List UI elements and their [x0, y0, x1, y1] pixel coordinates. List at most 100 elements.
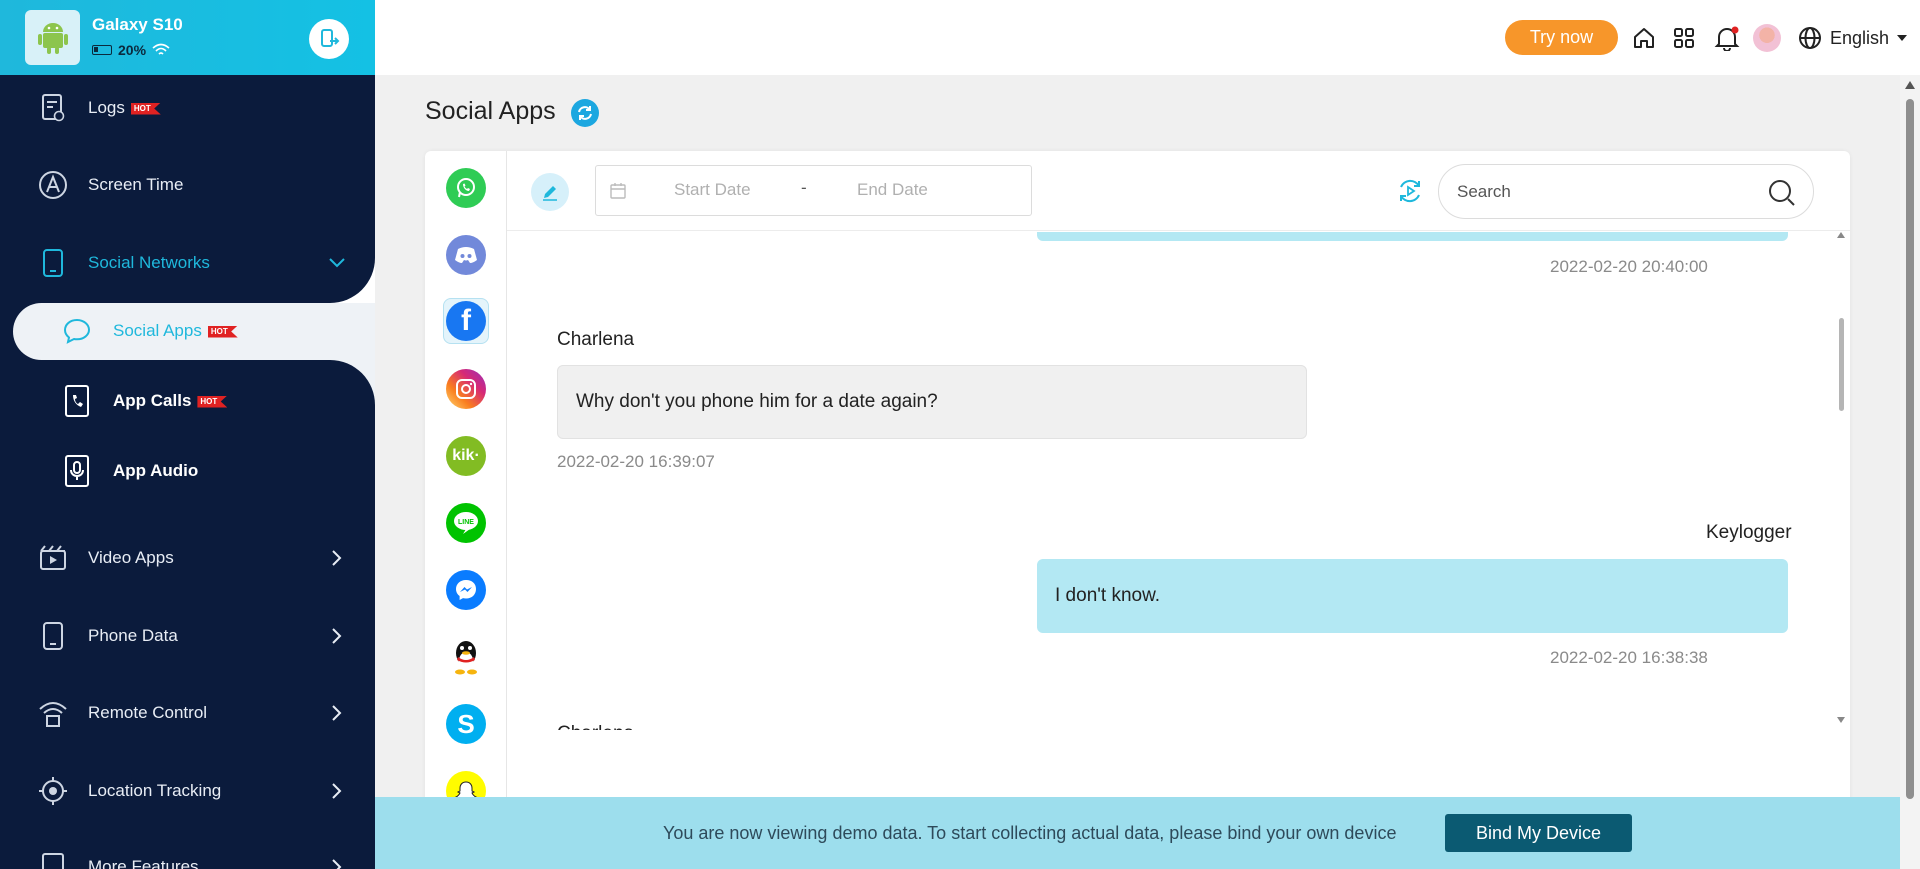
page-scrollbar[interactable] [1900, 75, 1920, 869]
try-now-button[interactable]: Try now [1505, 20, 1618, 55]
sidebar-item-label: Screen Time [88, 175, 184, 194]
sidebar-item-remote-control[interactable]: Remote Control [0, 691, 375, 735]
avatar[interactable] [1753, 24, 1781, 52]
search-box [1438, 164, 1814, 219]
chat-bubble-icon [62, 316, 92, 346]
chevron-right-icon [325, 701, 349, 725]
sidebar-item-label: Logs [88, 98, 125, 117]
app-whatsapp[interactable] [443, 165, 489, 211]
search-input[interactable] [1457, 179, 1757, 205]
messenger-icon [446, 570, 486, 610]
sidebar-item-social-networks[interactable]: Social Networks [0, 241, 375, 285]
pencil-icon [543, 186, 557, 201]
refresh-button[interactable] [571, 99, 599, 127]
chevron-right-icon [325, 855, 349, 869]
phone-icon [38, 248, 68, 278]
scroll-thumb[interactable] [1906, 99, 1914, 799]
sidebar-item-more-features[interactable]: More Features [0, 845, 375, 869]
phone-data-icon [38, 621, 68, 651]
microphone-icon [62, 455, 92, 487]
whatsapp-icon [446, 168, 486, 208]
chevron-right-icon [325, 624, 349, 648]
demo-banner: You are now viewing demo data. To start … [375, 797, 1900, 869]
switch-device-button[interactable] [309, 19, 349, 59]
sidebar-item-label: Social Networks [88, 253, 210, 272]
home-icon[interactable] [1630, 24, 1658, 52]
sync-play-icon [1400, 179, 1420, 203]
wifi-icon [152, 43, 170, 55]
message-text: Why don't you phone him for a date again… [576, 391, 938, 412]
chevron-right-icon [325, 546, 349, 570]
app-kik[interactable]: kik· [443, 433, 489, 479]
language-selector[interactable]: English [1798, 24, 1908, 52]
scroll-up-arrow[interactable] [1905, 81, 1915, 89]
sidebar-item-video-apps[interactable]: Video Apps [0, 536, 375, 580]
discord-icon [446, 235, 486, 275]
message-bubble-right [1037, 232, 1788, 241]
device-name: Galaxy S10 [92, 15, 183, 34]
sidebar-item-screen-time[interactable]: Screen Time [0, 163, 375, 207]
hot-badge: HOT [197, 395, 228, 408]
app-instagram[interactable] [443, 366, 489, 412]
message-scrollbar[interactable] [1839, 318, 1844, 411]
location-icon [38, 776, 68, 806]
message-bubble-right: I don't know. [1037, 559, 1788, 633]
sidebar-item-social-apps[interactable]: Social Apps HOT [0, 303, 375, 359]
battery-level: 20% [118, 42, 147, 58]
switch-device-icon [321, 29, 340, 47]
message-timestamp: 2022-02-20 16:39:07 [557, 452, 715, 471]
message-scroll-down[interactable] [1837, 717, 1845, 723]
demo-banner-text: You are now viewing demo data. To start … [663, 823, 1397, 843]
page-title: Social Apps [425, 97, 556, 125]
edit-button[interactable] [531, 173, 569, 211]
message-list: 2022-02-20 20:40:00 Charlena Why don't y… [507, 232, 1850, 811]
app-messenger[interactable] [443, 567, 489, 613]
app-line[interactable]: LINE [443, 500, 489, 546]
device-battery: 20% [92, 42, 170, 58]
video-apps-icon [38, 543, 68, 573]
bell-icon[interactable] [1713, 24, 1741, 52]
message-scroll-up[interactable] [1837, 232, 1845, 238]
message-sender: Keylogger [1706, 522, 1792, 543]
message-sender: Charlena [557, 720, 634, 730]
message-timestamp: 2022-02-20 20:40:00 [1550, 257, 1708, 276]
date-range-picker[interactable]: Start Date - End Date [595, 165, 1032, 216]
chevron-down-icon [325, 251, 349, 275]
end-date-field[interactable]: End Date [857, 180, 928, 200]
line-icon: LINE [446, 503, 486, 543]
globe-icon [1799, 27, 1821, 49]
app-discord[interactable] [443, 232, 489, 278]
caret-down-icon [1897, 35, 1908, 41]
message-bubble-left: Why don't you phone him for a date again… [557, 365, 1307, 439]
calendar-icon [610, 183, 626, 199]
sidebar-item-label: More Features [88, 857, 199, 869]
search-icon[interactable] [1766, 177, 1798, 209]
sidebar-item-location-tracking[interactable]: Location Tracking [0, 769, 375, 813]
messages-panel: f kik· LINE S Start Date - End Date 2022… [425, 151, 1850, 811]
sidebar: Galaxy S10 20% Logs HOT Screen Time Socia… [0, 0, 375, 869]
sidebar-item-app-calls[interactable]: App Calls HOT [0, 373, 375, 429]
hot-badge: HOT [207, 325, 238, 338]
app-qq[interactable] [443, 634, 489, 680]
kik-icon: kik· [446, 436, 486, 476]
apps-grid-icon[interactable] [1670, 24, 1698, 52]
app-calls-icon [62, 385, 92, 417]
sidebar-item-label: Social Apps [113, 321, 202, 340]
bind-device-button[interactable]: Bind My Device [1445, 814, 1632, 852]
qq-icon [446, 637, 486, 677]
sidebar-item-phone-data[interactable]: Phone Data [0, 614, 375, 658]
sidebar-item-label: App Audio [113, 461, 199, 480]
message-sender: Charlena [557, 329, 635, 350]
sidebar-item-logs[interactable]: Logs HOT [0, 86, 375, 130]
screen-time-icon [38, 170, 68, 200]
app-facebook[interactable]: f [443, 298, 489, 344]
battery-icon [92, 45, 112, 55]
start-date-field[interactable]: Start Date [674, 180, 751, 200]
sidebar-item-label: Location Tracking [88, 781, 222, 800]
sidebar-item-app-audio[interactable]: App Audio [0, 443, 375, 499]
remote-control-icon [38, 698, 68, 728]
export-button[interactable] [1394, 175, 1426, 207]
svg-text:LINE: LINE [458, 519, 474, 526]
app-skype[interactable]: S [443, 701, 489, 747]
message-timestamp: 2022-02-20 16:38:38 [1550, 648, 1708, 667]
